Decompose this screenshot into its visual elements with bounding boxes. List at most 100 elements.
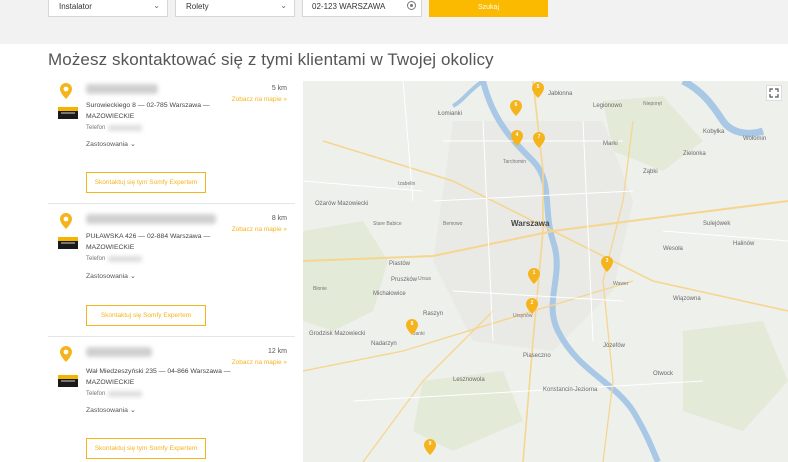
applications-toggle[interactable]: Zastosowania ⌄ (86, 140, 136, 148)
marker-number: 7 (537, 134, 541, 140)
show-on-map-link[interactable]: Zobacz na mapie » (232, 359, 287, 366)
expert-name-redacted (86, 84, 158, 94)
map-label: Pruszków (391, 277, 418, 283)
somfy-expert-logo (58, 107, 78, 119)
applications-toggle[interactable]: Zastosowania ⌄ (86, 272, 136, 280)
map-marker[interactable]: 1 (528, 268, 540, 284)
map-label: Tarchomin (503, 159, 527, 165)
map-label: Marki (603, 141, 618, 147)
map-label: Piastów (389, 261, 411, 267)
map-label-city: Warszawa (511, 219, 550, 228)
map-label: Grodzisk Mazowiecki (309, 331, 366, 337)
product-value: Rolety (186, 2, 209, 11)
contact-expert-button[interactable]: Skontaktuj się Somfy Expertem (86, 305, 206, 326)
map-label: Wołomin (743, 136, 767, 142)
marker-number: 2 (530, 300, 534, 306)
phone-label: Telefon (86, 391, 106, 397)
map-marker[interactable]: 8 (406, 319, 418, 335)
fullscreen-button[interactable] (766, 85, 782, 101)
map-label: Ursus (418, 276, 432, 282)
map-label: Legionowo (593, 103, 623, 109)
map-label: Błonie (313, 286, 327, 292)
distance: 12 km (267, 348, 287, 355)
chevron-down-icon: ⌄ (280, 1, 287, 10)
map-label: Ząbki (643, 169, 658, 175)
map-label: Nieporęt (643, 101, 662, 107)
expert-name-redacted (86, 214, 216, 224)
map-label: Raszyn (423, 311, 444, 317)
location-input[interactable]: 02-123 WARSZAWA (302, 0, 422, 17)
map-label: Piaseczno (523, 353, 551, 359)
chevron-down-icon: ⌄ (129, 141, 136, 148)
distance: 5 km (271, 85, 287, 92)
map-label: Jabłonna (548, 91, 573, 97)
map-label: Sulejówek (703, 221, 731, 227)
marker-number: 4 (515, 132, 519, 138)
map-marker[interactable]: 2 (526, 298, 538, 314)
somfy-expert-logo (58, 375, 78, 387)
phone-number-redacted (108, 125, 142, 131)
marker-number: 9 (428, 441, 432, 447)
chevron-down-icon: ⌄ (129, 273, 136, 280)
results-list: 5 km Zobacz na mapie » Surowieckiego 8 —… (48, 74, 295, 462)
map-base (303, 81, 788, 462)
map-label: Stare Babice (373, 221, 402, 227)
category-select[interactable]: Instalator ⌄ (48, 0, 168, 17)
map-pin-icon (60, 83, 72, 99)
map-label: Izabelin (398, 181, 416, 187)
address: Surowieckiego 8 — 02-785 Warszawa — MAZO… (86, 102, 210, 120)
map-pin-icon (60, 213, 72, 229)
product-select[interactable]: Rolety ⌄ (175, 0, 295, 17)
marker-number: 1 (532, 270, 536, 276)
applications-label: Zastosowania (86, 407, 128, 414)
marker-number: 8 (410, 321, 414, 327)
map-label: Kobyłka (703, 129, 725, 135)
phone-label: Telefon (86, 256, 106, 262)
map-marker[interactable]: 7 (533, 132, 545, 148)
chevron-down-icon: ⌄ (153, 1, 160, 10)
somfy-expert-logo (58, 237, 78, 249)
phone-number-redacted (108, 391, 142, 397)
applications-label: Zastosowania (86, 141, 128, 148)
distance: 8 km (271, 215, 287, 222)
chevron-down-icon: ⌄ (129, 407, 136, 414)
contact-expert-button[interactable]: Skontaktuj się tym Somfy Expertem (86, 438, 206, 459)
locate-me-icon[interactable] (407, 1, 416, 10)
map-pin-icon (60, 346, 72, 362)
marker-number: 3 (605, 258, 609, 264)
expert-name-redacted (86, 347, 152, 357)
marker-number: 5 (536, 84, 540, 90)
map-label: Lesznowola (453, 377, 485, 383)
page-title: Możesz skontaktować się z tymi klientami… (48, 50, 494, 69)
map-label: Michałowice (373, 291, 406, 297)
expand-icon (769, 88, 779, 98)
map-marker[interactable]: 5 (532, 82, 544, 98)
search-button[interactable]: Szukaj (429, 0, 548, 17)
map-label: Wawer (613, 281, 629, 287)
contact-expert-button[interactable]: Skontaktuj się tym Somfy Expertem (86, 172, 206, 193)
map-label: Nadarzyn (371, 341, 397, 347)
result-card: 8 km Zobacz na mapie » PUŁAWSKA 426 — 02… (48, 204, 295, 337)
map-label: Otwock (653, 371, 674, 377)
map-marker[interactable]: 3 (601, 256, 613, 272)
map-label: Wiązowna (673, 296, 701, 302)
map-marker[interactable]: 6 (510, 100, 522, 116)
category-value: Instalator (59, 2, 92, 11)
map-label: Wesoła (663, 246, 683, 252)
map-label: Konstancin-Jeziorna (543, 387, 598, 393)
location-value: 02-123 WARSZAWA (312, 2, 386, 11)
applications-toggle[interactable]: Zastosowania ⌄ (86, 406, 136, 414)
map-marker[interactable]: 9 (424, 439, 436, 455)
map-marker[interactable]: 4 (511, 130, 523, 146)
map[interactable]: Warszawa Łomianki Jabłonna Legionowo Mar… (303, 81, 788, 462)
result-card: 5 km Zobacz na mapie » Surowieckiego 8 —… (48, 74, 295, 204)
result-card: 12 km Zobacz na mapie » Wał Miedzeszyńsk… (48, 337, 295, 462)
map-label: Łomianki (438, 111, 463, 117)
applications-label: Zastosowania (86, 273, 128, 280)
map-label: Halinów (733, 241, 755, 247)
map-label: Bemowo (443, 221, 463, 227)
phone-label: Telefon (86, 125, 106, 131)
marker-number: 6 (514, 102, 518, 108)
phone-number-redacted (108, 256, 142, 262)
map-label: Ożarów Mazowiecki (315, 201, 369, 207)
